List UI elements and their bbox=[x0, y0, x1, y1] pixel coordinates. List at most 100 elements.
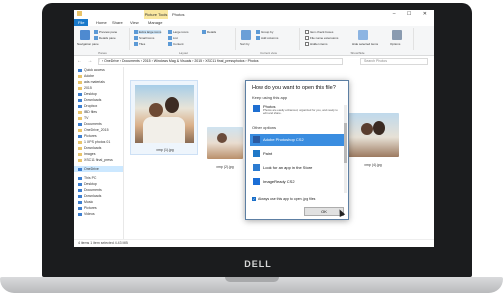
window-title: Photos bbox=[172, 12, 185, 17]
tiles-button[interactable]: Tiles bbox=[134, 42, 145, 47]
layout-icon bbox=[202, 30, 206, 35]
add-columns-button[interactable]: Add columns bbox=[256, 36, 278, 41]
sidebar-item-label: OneDrive_2015 bbox=[84, 128, 109, 132]
sidebar-item-label: Downloads bbox=[84, 98, 102, 102]
sidebar-item-label: XSC11 final_press bbox=[84, 158, 113, 162]
brand-logo: DELL bbox=[244, 259, 272, 269]
sidebar-item-label: Documents bbox=[84, 122, 102, 126]
tab-view[interactable]: View bbox=[130, 19, 139, 26]
person-icon bbox=[217, 133, 227, 143]
item-check-boxes-toggle[interactable]: Item check boxes bbox=[305, 30, 333, 35]
sidebar-item-label: Videos bbox=[84, 212, 95, 216]
layout-icon bbox=[134, 42, 138, 47]
details-pane-button[interactable]: Details pane bbox=[94, 36, 116, 41]
search-input[interactable]: Search Photos bbox=[360, 58, 428, 65]
small-icons-button[interactable]: Small icons bbox=[134, 36, 154, 41]
folder-icon bbox=[78, 146, 82, 150]
location-icon bbox=[78, 194, 82, 198]
sidebar-item-label: IBD files bbox=[84, 110, 98, 114]
photo-thumbnail bbox=[135, 85, 194, 143]
location-icon bbox=[78, 104, 82, 108]
option-imageready[interactable]: ImageReady CS2 bbox=[250, 176, 346, 188]
other-options-heading: Other options bbox=[252, 125, 277, 130]
sidebar-item-label: 1 XPS photos 01 bbox=[84, 140, 111, 144]
sort-by-button[interactable]: Sort by bbox=[240, 42, 250, 46]
person-icon bbox=[149, 103, 163, 117]
hide-selected-button[interactable]: Hide selected items bbox=[352, 42, 378, 46]
folder-icon bbox=[78, 86, 82, 90]
location-icon bbox=[78, 188, 82, 192]
option-paint[interactable]: Paint bbox=[250, 148, 346, 160]
option-store[interactable]: Look for an app in the Store bbox=[250, 162, 346, 174]
navigation-pane: Quick access Adobe ads materials 2015 Deskto… bbox=[74, 67, 124, 239]
clothing-shape bbox=[143, 117, 185, 143]
location-icon bbox=[78, 176, 82, 180]
photo-thumbnail bbox=[347, 113, 399, 157]
sidebar-item-label: This PC bbox=[84, 176, 97, 180]
list-button[interactable]: List bbox=[168, 36, 178, 41]
location-icon bbox=[78, 200, 82, 204]
sidebar-item-label: Desktop bbox=[84, 182, 97, 186]
keep-using-heading: Keep using this app bbox=[252, 95, 288, 100]
layout-icon bbox=[134, 36, 138, 41]
file-name: xmp (1).jpg bbox=[156, 148, 174, 152]
location-icon bbox=[78, 98, 82, 102]
sidebar-item[interactable]: Videos bbox=[74, 211, 123, 217]
screen: Picture Tools Photos – ☐ ✕ File Home Sha… bbox=[74, 10, 434, 247]
ribbon-group-label: Show/hide bbox=[350, 51, 365, 55]
options-button[interactable]: Options bbox=[390, 42, 400, 46]
location-icon bbox=[78, 212, 82, 216]
option-description: Photos are easily enhanced, organized fo… bbox=[263, 108, 338, 115]
open-with-dialog: How do you want to open this file? Keep … bbox=[245, 80, 349, 220]
file-tile[interactable]: xmp (2).jpg bbox=[207, 127, 243, 177]
location-icon bbox=[78, 167, 82, 171]
tab-share[interactable]: Share bbox=[112, 19, 123, 26]
context-tab-picture-tools[interactable]: Picture Tools bbox=[144, 10, 168, 19]
scrollbar-thumb[interactable] bbox=[344, 123, 347, 163]
checkmark-icon: ✓ bbox=[252, 197, 256, 202]
sidebar-item-label: Adobe bbox=[84, 74, 95, 78]
ribbon: Navigation pane Preview pane Details pan… bbox=[74, 26, 434, 56]
sidebar-item-label: Downloads bbox=[84, 146, 102, 150]
add-columns-icon bbox=[256, 36, 260, 41]
navigation-pane-icon bbox=[80, 30, 90, 40]
dialog-scrollbar[interactable] bbox=[344, 105, 347, 193]
location-icon bbox=[78, 206, 82, 210]
hidden-items-toggle[interactable]: Hidden items bbox=[305, 42, 328, 47]
preview-pane-button[interactable]: Preview pane bbox=[94, 30, 117, 35]
sidebar-item[interactable]: OneDrive bbox=[74, 166, 123, 172]
checkbox-icon bbox=[305, 30, 309, 35]
photoshop-icon bbox=[253, 136, 260, 143]
checkbox-icon bbox=[305, 36, 309, 41]
folder-icon bbox=[78, 80, 82, 84]
group-by-button[interactable]: Group by bbox=[256, 30, 273, 35]
details-button[interactable]: Details bbox=[202, 30, 216, 35]
ribbon-group-label: Panes bbox=[98, 51, 107, 55]
folder-icon bbox=[78, 110, 82, 114]
tab-home[interactable]: Home bbox=[96, 19, 107, 26]
tab-manage[interactable]: Manage bbox=[148, 19, 162, 26]
file-tile[interactable]: xmp (1).jpg bbox=[130, 80, 198, 155]
tab-file[interactable]: File bbox=[74, 19, 89, 26]
sidebar-item[interactable]: XSC11 final_press bbox=[74, 157, 123, 163]
file-name-extensions-toggle[interactable]: File name extensions bbox=[305, 36, 338, 41]
window-controls[interactable]: – ☐ ✕ bbox=[393, 10, 432, 19]
option-adobe-photoshop[interactable]: Adobe Photoshop CS2 bbox=[250, 134, 346, 146]
extra-large-icons-button[interactable]: Extra large icons bbox=[134, 30, 162, 35]
location-icon bbox=[78, 134, 82, 138]
address-row: ← → ↑ › OneDrive › Documents › 2015 › Wi… bbox=[74, 57, 434, 66]
navigation-pane-button[interactable]: Navigation pane bbox=[77, 42, 99, 46]
folder-icon bbox=[77, 11, 82, 16]
always-use-checkbox[interactable]: ✓ Always use this app to open .jpg files bbox=[252, 197, 315, 202]
option-photos[interactable]: Photos Photos are easily enhanced, organ… bbox=[250, 103, 346, 121]
sidebar-item-label: OneDrive bbox=[84, 167, 99, 171]
ribbon-group-label: Current view bbox=[260, 51, 277, 55]
sidebar-item-label: Music bbox=[84, 200, 94, 204]
large-icons-button[interactable]: Large icons bbox=[168, 30, 189, 35]
ribbon-group-label: Layout bbox=[178, 51, 188, 55]
file-tile[interactable]: xmp (4).jpg bbox=[347, 113, 399, 173]
imageready-icon bbox=[253, 178, 260, 185]
folder-icon bbox=[78, 74, 82, 78]
content-button[interactable]: Content bbox=[168, 42, 184, 47]
address-bar[interactable]: › OneDrive › Documents › 2015 › Windows … bbox=[98, 58, 343, 65]
